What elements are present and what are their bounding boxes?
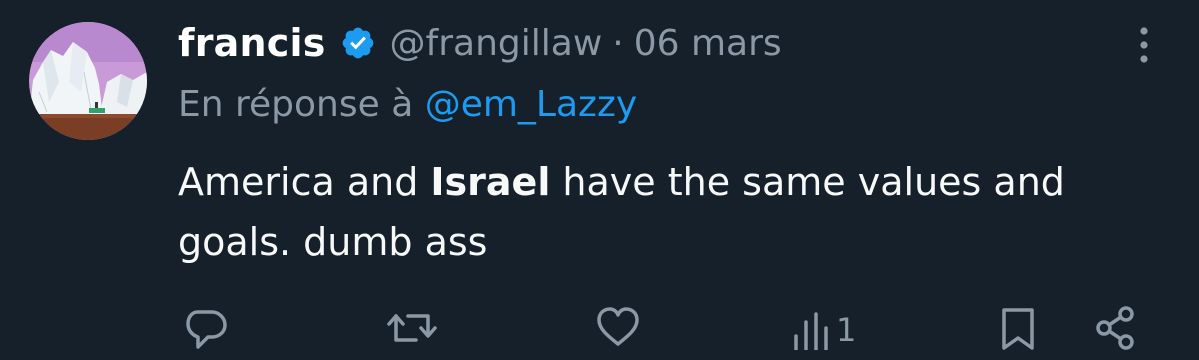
tweet-date[interactable]: 06 mars (634, 23, 782, 64)
share-button[interactable] (1092, 300, 1140, 360)
bookmark-icon (1002, 308, 1034, 350)
tweet-meta: @frangillaw · 06 mars (390, 23, 782, 64)
meta-separator: · (612, 22, 624, 64)
like-icon (597, 307, 639, 346)
reply-button[interactable] (184, 300, 230, 360)
share-icon (1096, 306, 1134, 350)
more-icon (1140, 27, 1148, 63)
avatar[interactable] (29, 22, 147, 140)
views-icon (794, 312, 828, 350)
author-handle[interactable]: @frangillaw (390, 23, 603, 64)
action-bar: 1 (0, 300, 1199, 350)
retweet-icon (387, 314, 437, 342)
reply-icon (186, 310, 227, 349)
tweet-header: francis @frangillaw · 06 mars (178, 18, 782, 68)
verified-badge-icon (340, 25, 376, 61)
like-button[interactable] (594, 300, 642, 360)
more-button[interactable] (1124, 22, 1164, 68)
reply-context: En réponse à @em_Lazzy (178, 84, 637, 125)
reply-to-handle[interactable]: @em_Lazzy (425, 84, 637, 125)
tweet-text-bold: Israel (430, 160, 551, 204)
bookmark-button[interactable] (998, 300, 1038, 360)
tweet-text: America and Israel have the same values … (178, 152, 1178, 272)
reply-prefix: En réponse à (178, 84, 414, 125)
retweet-button[interactable] (386, 300, 438, 360)
views-count: 1 (836, 311, 857, 349)
tweet-text-part1: America and (178, 160, 431, 204)
author-name[interactable]: francis (178, 21, 326, 65)
views-button[interactable]: 1 (790, 300, 856, 360)
